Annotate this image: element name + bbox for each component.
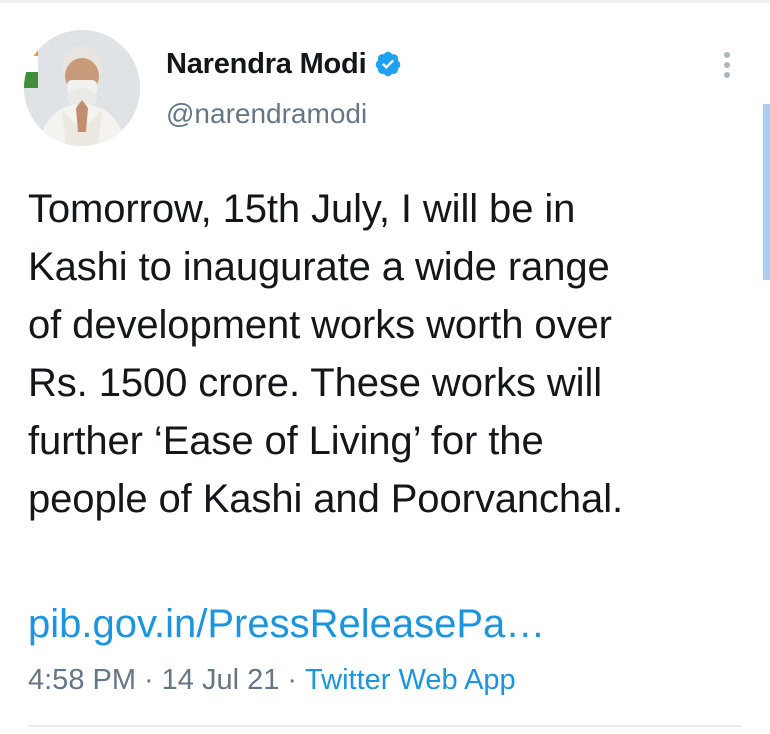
more-vertical-icon[interactable] — [715, 50, 739, 80]
bottom-divider — [28, 725, 742, 727]
meta-separator: · — [287, 664, 298, 696]
tweet-text: Tomorrow, 15th July, I will be in Kashi … — [28, 187, 624, 521]
tweet-meta: 4:58 PM · 14 Jul 21 · Twitter Web App — [28, 660, 516, 700]
author-name-row[interactable]: Narendra Modi — [166, 44, 402, 84]
meta-separator: · — [144, 664, 154, 696]
tweet-link[interactable]: pib.gov.in/PressReleasePa… — [28, 598, 545, 650]
top-divider — [0, 0, 770, 3]
tweet-source[interactable]: Twitter Web App — [305, 664, 516, 696]
verified-badge-icon — [374, 50, 402, 78]
avatar[interactable] — [24, 30, 140, 146]
author-display-name[interactable]: Narendra Modi — [166, 48, 367, 81]
avatar-photo — [24, 30, 140, 146]
scrollbar[interactable] — [763, 104, 770, 280]
author-handle[interactable]: @narendramodi — [166, 98, 367, 130]
tweet-date[interactable]: 14 Jul 21 — [162, 664, 280, 696]
tweet-time[interactable]: 4:58 PM — [28, 664, 136, 696]
